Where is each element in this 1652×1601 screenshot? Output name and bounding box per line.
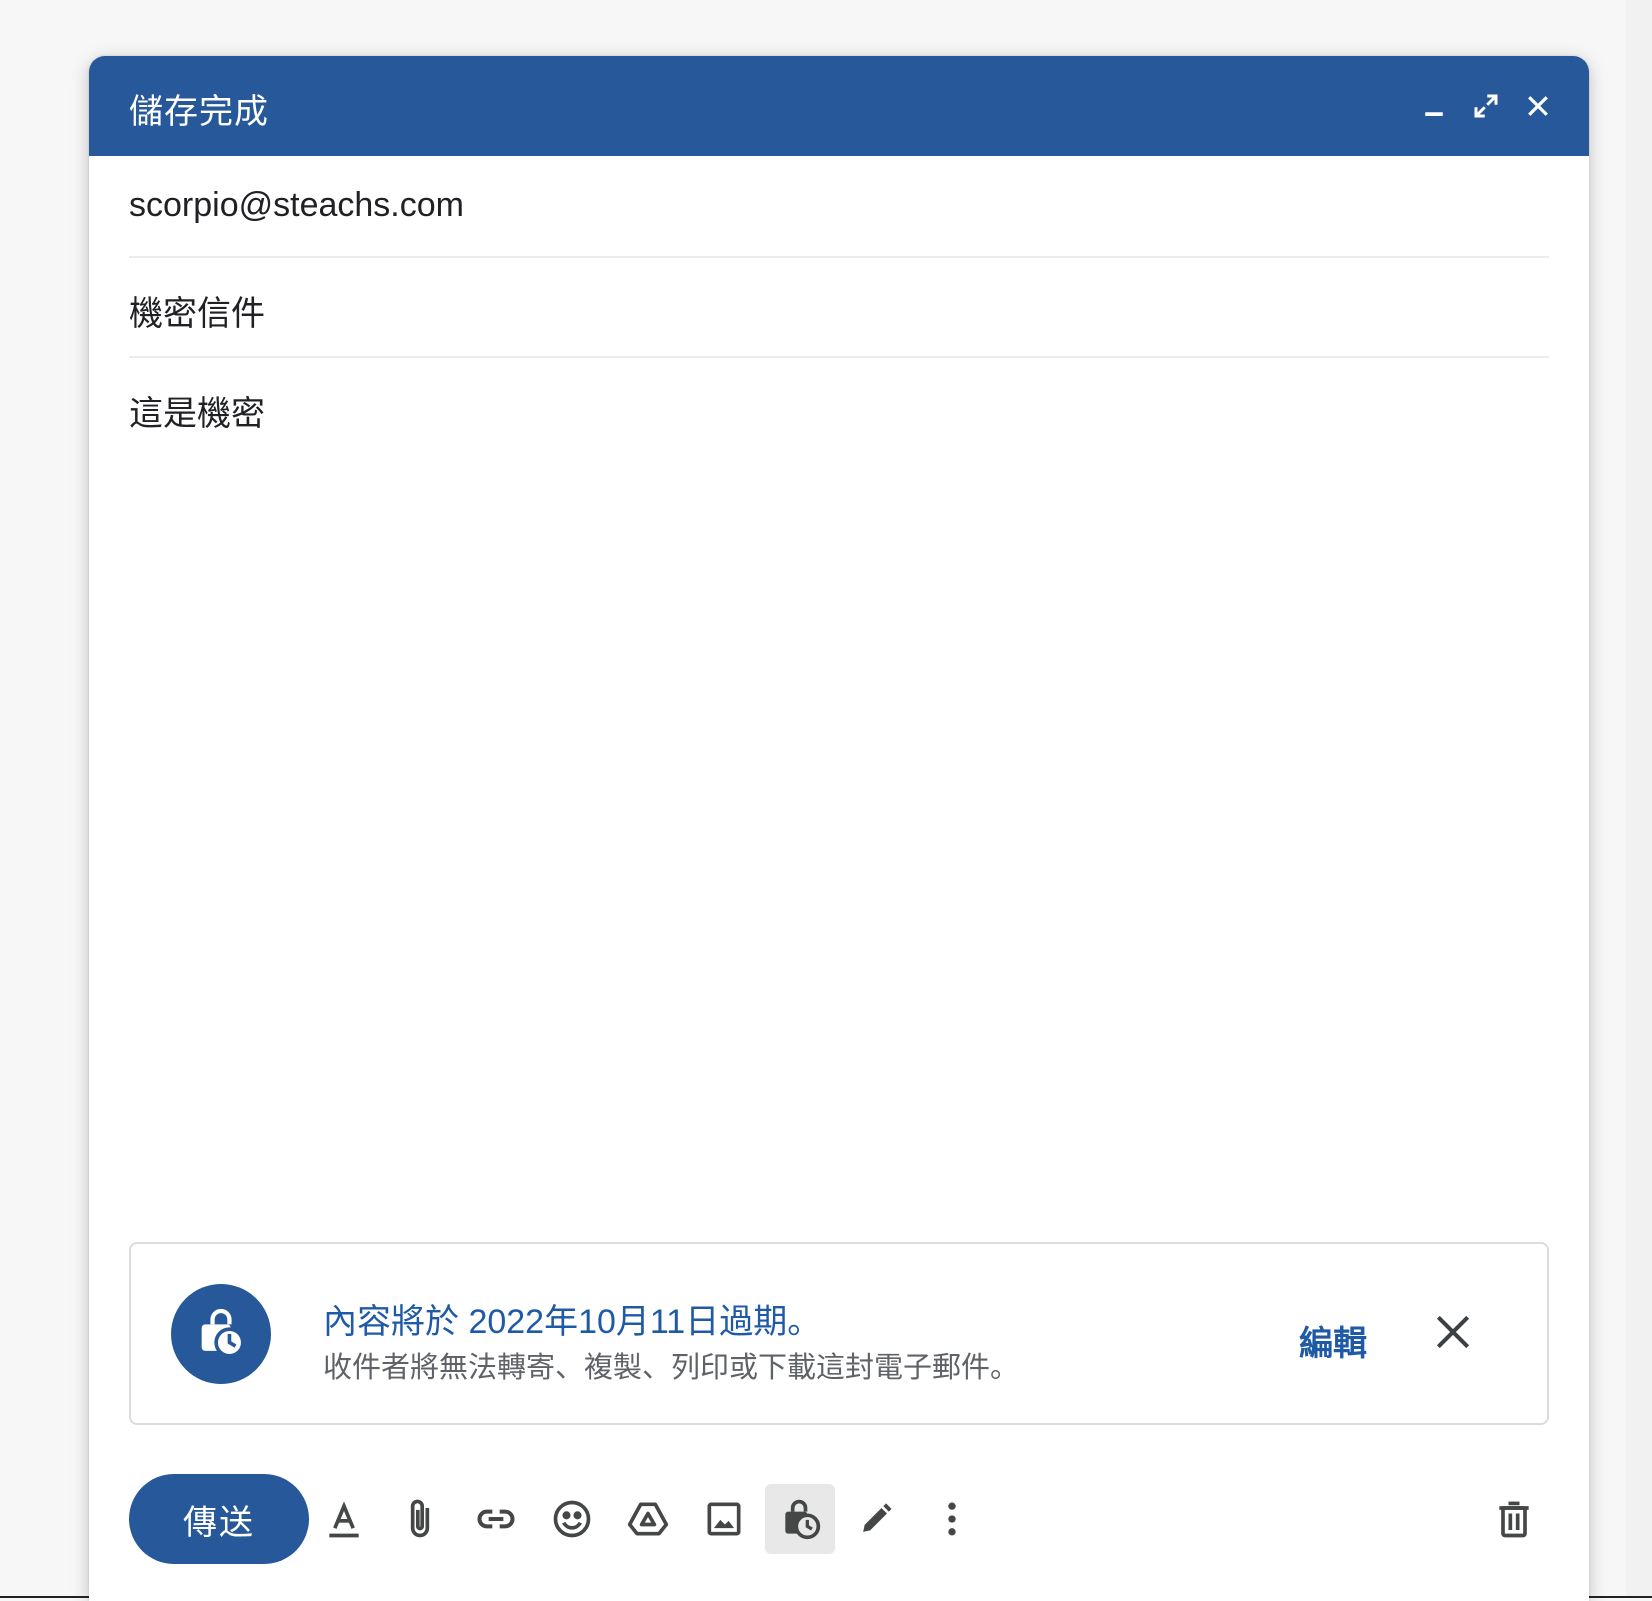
restriction-message: 收件者將無法轉寄、複製、列印或下載這封電子郵件。 bbox=[323, 1352, 1020, 1384]
close-icon[interactable] bbox=[1431, 1310, 1479, 1358]
drive-icon[interactable] bbox=[613, 1484, 683, 1554]
recipient-value: scorpio@steachs.com bbox=[129, 186, 464, 224]
compose-titlebar: 儲存完成 bbox=[89, 56, 1589, 156]
emoji-icon[interactable] bbox=[537, 1484, 607, 1554]
link-icon[interactable] bbox=[461, 1484, 531, 1554]
attach-icon[interactable] bbox=[385, 1484, 455, 1554]
subject-field[interactable]: 機密信件 bbox=[129, 256, 1549, 358]
close-icon[interactable] bbox=[1519, 87, 1557, 125]
trash-icon[interactable] bbox=[1479, 1484, 1549, 1554]
message-body[interactable]: 這是機密 bbox=[129, 356, 1549, 1286]
expand-icon[interactable] bbox=[1467, 87, 1505, 125]
window-controls bbox=[1415, 86, 1557, 126]
recipient-field[interactable]: scorpio@steachs.com bbox=[129, 156, 1549, 258]
confidential-mode-icon[interactable] bbox=[765, 1484, 835, 1554]
more-options-icon[interactable] bbox=[917, 1484, 987, 1554]
expiry-message: 內容將於 2022年10月11日過期。 bbox=[323, 1303, 822, 1341]
subject-value: 機密信件 bbox=[129, 295, 265, 333]
background-edge bbox=[1626, 0, 1652, 1598]
minimize-icon[interactable] bbox=[1415, 87, 1453, 125]
message-body-text: 這是機密 bbox=[129, 395, 265, 433]
signature-icon[interactable] bbox=[841, 1484, 911, 1554]
confidential-mode-notice: 內容將於 2022年10月11日過期。 收件者將無法轉寄、複製、列印或下載這封電… bbox=[129, 1242, 1549, 1425]
send-button[interactable]: 傳送 bbox=[129, 1474, 309, 1564]
compose-window: 儲存完成 scorpio@steachs.com 機密信件 這是機密 內容將於 … bbox=[89, 56, 1589, 1601]
lock-clock-icon bbox=[171, 1284, 271, 1384]
image-icon[interactable] bbox=[689, 1484, 759, 1554]
format-text-icon[interactable] bbox=[309, 1484, 379, 1554]
compose-title: 儲存完成 bbox=[129, 93, 269, 131]
edit-confidential-button[interactable]: 編輯 bbox=[1299, 1316, 1367, 1365]
